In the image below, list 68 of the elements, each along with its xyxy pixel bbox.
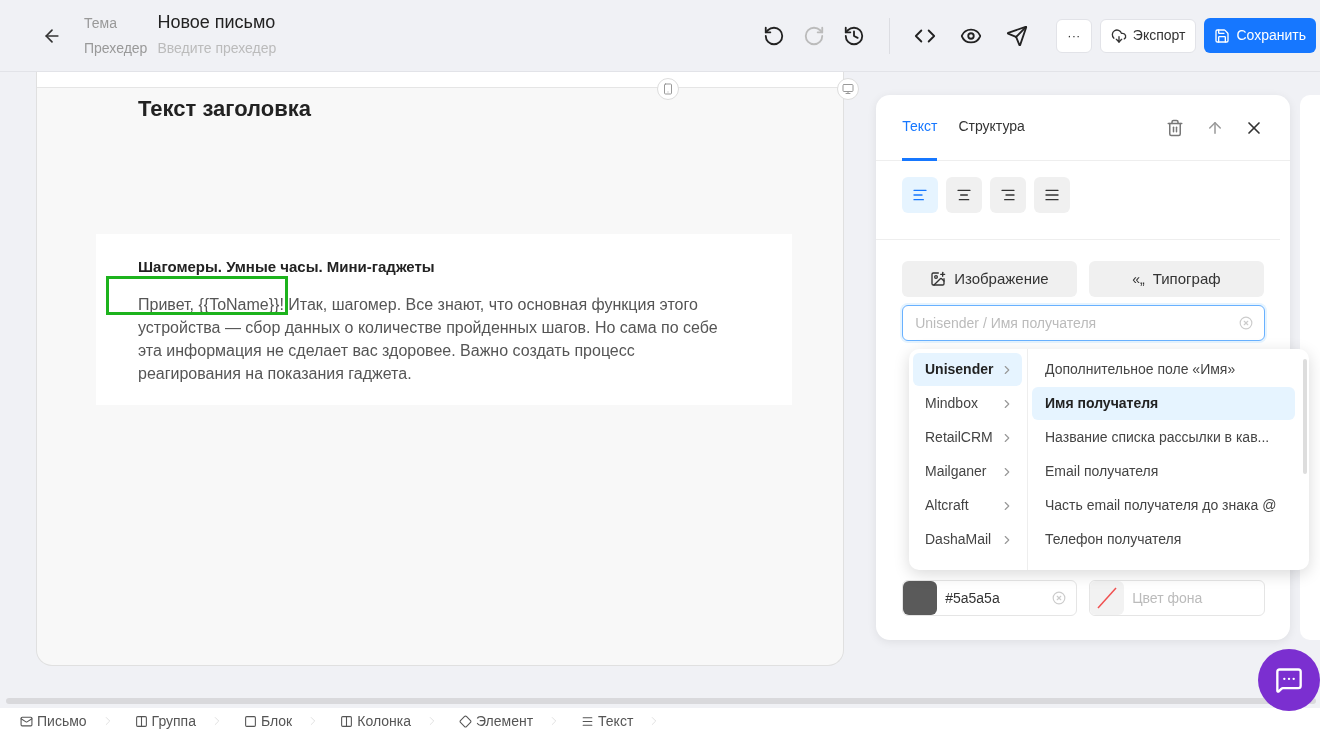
export-button[interactable]: Экспорт bbox=[1099, 18, 1197, 53]
quotes-icon: «„ bbox=[1132, 268, 1145, 290]
trash-icon[interactable] bbox=[1166, 118, 1185, 137]
variable-item[interactable]: Название списка рассылки в кав... bbox=[1032, 421, 1295, 454]
more-button[interactable]: ··· bbox=[1055, 18, 1092, 53]
history-icon[interactable] bbox=[842, 24, 865, 47]
columns-icon bbox=[340, 714, 354, 728]
email-body-text[interactable]: Привет, {{ToName}}! Итак, шагомер. Все знают, что основная функция этого устройства — сбор данных о количестве пройденных шагов. Но сама по себе эта информация не сделает вас здоровее. Важно создать процесс реагирования на показания гаджета. bbox=[138, 292, 728, 385]
send-icon[interactable] bbox=[1005, 24, 1028, 47]
desktop-view-button[interactable] bbox=[837, 78, 859, 100]
lines-icon bbox=[581, 714, 595, 728]
align-right-icon bbox=[1000, 187, 1017, 203]
variable-item[interactable]: Имя получателя bbox=[1032, 387, 1295, 420]
chat-button[interactable] bbox=[1258, 649, 1320, 711]
provider-item[interactable]: Mindbox bbox=[913, 387, 1022, 420]
diamond-icon bbox=[458, 714, 472, 728]
save-icon bbox=[1214, 27, 1231, 44]
email-subheading[interactable]: Шагомеры. Умные часы. Мини-гаджеты bbox=[138, 256, 750, 279]
breadcrumb-item[interactable]: Блок bbox=[243, 710, 293, 732]
align-center-icon bbox=[956, 187, 973, 203]
breadcrumb-item[interactable]: Письмо bbox=[20, 710, 87, 732]
email-title[interactable]: Новое письмо bbox=[157, 8, 318, 36]
save-button[interactable]: Сохранить bbox=[1204, 18, 1316, 53]
align-left-button[interactable] bbox=[902, 177, 939, 213]
align-right-button[interactable] bbox=[990, 177, 1027, 213]
breadcrumb-item[interactable]: Элемент bbox=[458, 710, 534, 732]
background-color-field[interactable]: Цвет фона bbox=[1089, 580, 1266, 616]
provider-item[interactable]: Unisender bbox=[913, 353, 1022, 386]
email-heading[interactable]: Текст заголовка bbox=[138, 92, 844, 125]
scrollbar[interactable] bbox=[1303, 359, 1307, 474]
preheader-label: Прехедер bbox=[84, 38, 148, 58]
align-justify-icon bbox=[1044, 187, 1061, 203]
breadcrumb-item[interactable]: Группа bbox=[134, 710, 196, 732]
variable-item[interactable]: Часть email получателя до знака @ bbox=[1032, 489, 1295, 522]
provider-item[interactable]: Mailganer bbox=[913, 455, 1022, 488]
align-left-icon bbox=[912, 187, 929, 203]
breadcrumb-item[interactable]: Текст bbox=[581, 710, 634, 732]
variable-item[interactable]: Телефон получателя bbox=[1032, 523, 1295, 556]
subject-label: Тема bbox=[84, 13, 118, 33]
preheader-field[interactable]: Введите прехедер bbox=[157, 37, 318, 59]
monitor-icon bbox=[842, 83, 854, 95]
variable-field[interactable]: Unisender / Имя получателя bbox=[902, 305, 1266, 341]
panel-tab[interactable]: Текст bbox=[902, 94, 938, 161]
panel-tab[interactable]: Структура bbox=[958, 94, 1025, 161]
image-button[interactable]: Изображение bbox=[902, 261, 1077, 297]
text-color-field[interactable]: #5a5a5a bbox=[902, 580, 1078, 616]
envelope-icon bbox=[20, 714, 33, 728]
color-swatch[interactable] bbox=[903, 581, 938, 615]
image-icon bbox=[930, 271, 947, 287]
no-color-swatch[interactable] bbox=[1090, 581, 1125, 615]
mobile-view-button[interactable] bbox=[657, 78, 679, 100]
undo-icon[interactable] bbox=[762, 24, 785, 47]
cloud-icon bbox=[1110, 27, 1127, 44]
phone-icon bbox=[662, 83, 674, 95]
square-icon bbox=[243, 714, 257, 728]
align-center-button[interactable] bbox=[946, 177, 983, 213]
color-input[interactable]: Цвет фона bbox=[1132, 587, 1253, 609]
typograph-button[interactable]: «„ Типограф bbox=[1088, 261, 1265, 297]
align-justify-button[interactable] bbox=[1034, 177, 1071, 213]
provider-item[interactable]: Altcraft bbox=[913, 489, 1022, 522]
provider-item[interactable]: RetailCRM bbox=[913, 421, 1022, 454]
color-value: #5a5a5a bbox=[945, 588, 1001, 608]
panel-icon bbox=[134, 714, 148, 728]
breadcrumb-item[interactable]: Колонка bbox=[340, 710, 411, 732]
provider-item[interactable]: DashaMail bbox=[913, 523, 1022, 556]
chat-icon bbox=[1275, 666, 1303, 694]
variable-item[interactable]: Email получателя bbox=[1032, 455, 1295, 488]
variable-item[interactable]: Дополнительное поле «Имя» bbox=[1032, 353, 1295, 386]
